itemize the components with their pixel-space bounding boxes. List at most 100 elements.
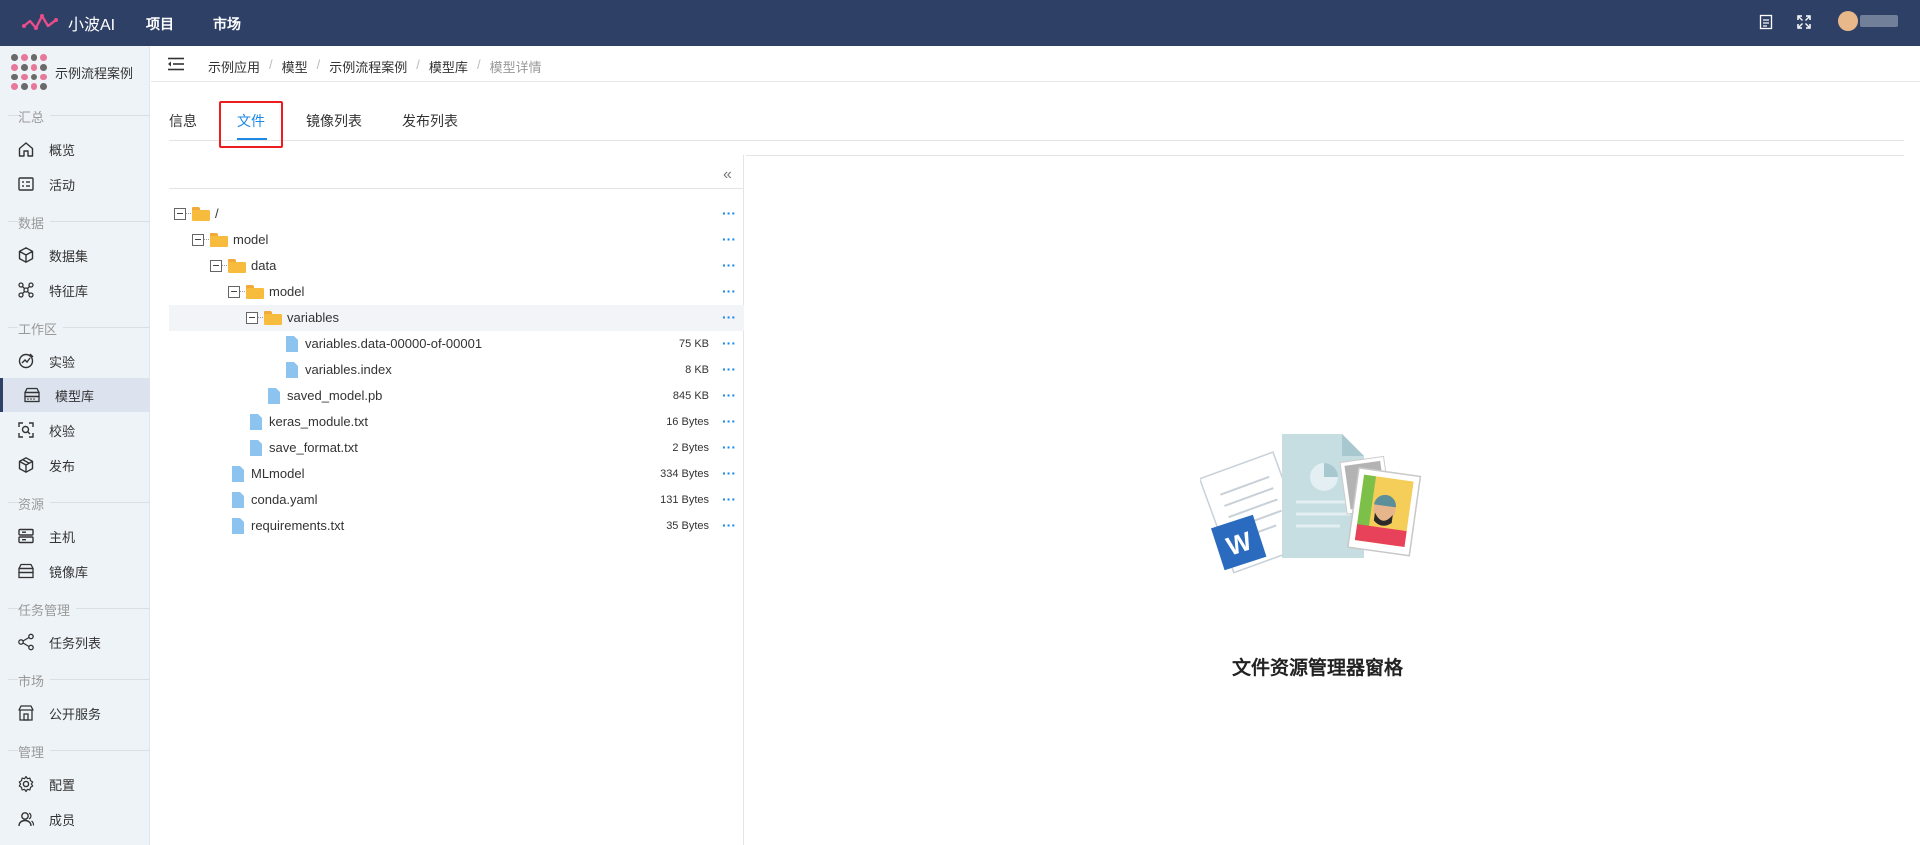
tree-row[interactable]: save_format.txt 2 Bytes ··· [169,435,744,461]
file-size: 131 Bytes [660,494,709,506]
tree-row[interactable]: keras_module.txt 16 Bytes ··· [169,409,744,435]
collapse-toggle[interactable] [210,260,222,272]
tab-releases[interactable]: 发布列表 [402,111,458,131]
tree-node-name: variables.data-00000-of-00001 [305,336,483,351]
more-actions-icon[interactable]: ··· [722,257,736,273]
sidebar-item-datasets[interactable]: 数据集 [0,238,150,272]
project-name: 示例流程案例 [55,65,134,81]
sidebar-item-model-library[interactable]: 模型库 [0,378,150,412]
section-workspace: 工作区 [0,319,150,338]
tree-row[interactable]: data ··· [169,253,744,279]
empty-documents-illustration: W [1200,434,1422,574]
more-actions-icon[interactable]: ··· [722,517,736,533]
more-actions-icon[interactable]: ··· [722,205,736,221]
file-tree-panel: « / ··· model ··· data ··· model ··· var… [169,155,744,845]
users-icon [17,810,35,828]
tree-row[interactable]: MLmodel 334 Bytes ··· [169,461,744,487]
file-size: 35 Bytes [666,520,709,532]
folder-open-icon [228,259,246,273]
more-actions-icon[interactable]: ··· [722,439,736,455]
username-blurred[interactable] [1860,15,1898,27]
sidebar-item-validation[interactable]: 校验 [0,413,150,447]
more-actions-icon[interactable]: ··· [722,283,736,299]
flask-icon [17,352,35,370]
collapse-toggle[interactable] [228,286,240,298]
tree-row[interactable]: saved_model.pb 845 KB ··· [169,383,744,409]
folder-open-icon [192,207,210,221]
project-logo-icon [10,53,48,91]
collapse-toggle[interactable] [192,234,204,246]
tree-row-selected[interactable]: variables ··· [169,305,744,331]
more-actions-icon[interactable]: ··· [722,465,736,481]
more-actions-icon[interactable]: ··· [722,413,736,429]
breadcrumb-item[interactable]: 示例流程案例 [329,57,407,76]
collapse-panel-icon[interactable]: « [723,166,732,184]
menu-collapse-icon[interactable] [167,57,185,76]
sidebar-item-activity[interactable]: 活动 [0,167,150,201]
file-size: 2 Bytes [672,442,709,454]
document-icon[interactable] [1758,14,1774,30]
tree-row[interactable]: requirements.txt 35 Bytes ··· [169,513,744,539]
tree-row[interactable]: model ··· [169,279,744,305]
tab-info[interactable]: 信息 [169,111,197,131]
topnav-projects[interactable]: 项目 [146,14,174,34]
breadcrumb-item[interactable]: 模型库 [429,57,468,76]
section-resources: 资源 [0,494,150,513]
tree-node-name: keras_module.txt [269,414,368,429]
sidebar-item-hosts[interactable]: 主机 [0,519,150,553]
sidebar-item-settings[interactable]: 配置 [0,767,150,801]
collapse-toggle[interactable] [246,312,258,324]
breadcrumb-item[interactable]: 模型 [282,57,308,76]
app-name: 小波AI [68,17,116,34]
fullscreen-icon[interactable] [1796,14,1812,30]
tree-row[interactable]: conda.yaml 131 Bytes ··· [169,487,744,513]
scan-icon [17,421,35,439]
server-icon [17,527,35,545]
tree-node-name: variables.index [305,362,392,377]
tree-node-name: variables [287,310,340,325]
sidebar-item-task-list[interactable]: 任务列表 [0,625,150,659]
sidebar-item-publish[interactable]: 发布 [0,448,150,482]
sidebar-item-public-services[interactable]: 公开服务 [0,696,150,730]
breadcrumb-item[interactable]: 示例应用 [208,57,260,76]
tree-node-name: model [269,284,305,299]
collapse-toggle[interactable] [174,208,186,220]
sidebar-item-images[interactable]: 镜像库 [0,554,150,588]
activity-icon [17,175,35,193]
topnav-market[interactable]: 市场 [213,14,241,34]
tree-node-name: conda.yaml [251,492,318,507]
tree-node-name: data [251,258,277,273]
tree-node-name: model [233,232,269,247]
sidebar-item-experiments[interactable]: 实验 [0,344,150,378]
file-icon [232,466,244,482]
tree-row[interactable]: variables.data-00000-of-00001 75 KB ··· [169,331,744,357]
folder-open-icon [264,311,282,325]
file-size: 8 KB [685,364,709,376]
more-actions-icon[interactable]: ··· [722,335,736,351]
file-icon [286,362,298,378]
tree-row[interactable]: model ··· [169,227,744,253]
more-actions-icon[interactable]: ··· [722,361,736,377]
sidebar-item-overview[interactable]: 概览 [0,132,150,166]
folder-open-icon [246,285,264,299]
file-icon [232,492,244,508]
tab-images[interactable]: 镜像列表 [306,111,362,131]
sidebar-item-members[interactable]: 成员 [0,802,150,836]
file-size: 16 Bytes [666,416,709,428]
project-header[interactable]: 示例流程案例 [0,46,150,98]
file-icon [250,440,262,456]
gear-icon [17,775,35,793]
tree-node-name: saved_model.pb [287,388,383,403]
more-actions-icon[interactable]: ··· [722,231,736,247]
avatar[interactable] [1838,11,1858,31]
tree-row[interactable]: / ··· [169,201,744,227]
tab-files[interactable]: 文件 [237,111,265,131]
tree-node-name: MLmodel [251,466,305,481]
app-logo[interactable]: 小波AI [22,11,115,35]
more-actions-icon[interactable]: ··· [722,387,736,403]
tree-row[interactable]: variables.index 8 KB ··· [169,357,744,383]
more-actions-icon[interactable]: ··· [722,491,736,507]
tree-node-name: save_format.txt [269,440,358,455]
more-actions-icon[interactable]: ··· [722,309,736,325]
sidebar-item-features[interactable]: 特征库 [0,273,150,307]
